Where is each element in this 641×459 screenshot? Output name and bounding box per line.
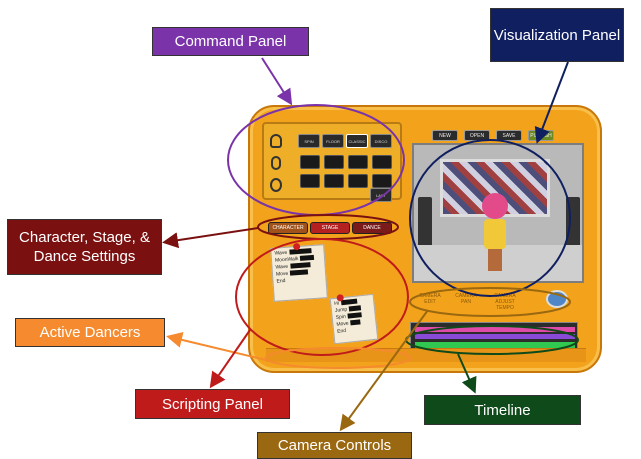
scripting-highlight bbox=[235, 238, 409, 356]
highlight-overlay bbox=[162, 57, 579, 432]
command-panel-highlight bbox=[227, 104, 405, 216]
camera-highlight bbox=[409, 287, 571, 317]
arrow-character bbox=[162, 227, 259, 249]
arrow-command bbox=[261, 57, 293, 106]
arrow-camera bbox=[339, 309, 429, 432]
arrow-active bbox=[166, 332, 267, 361]
arrow-timeline bbox=[457, 353, 477, 394]
arrow-scripting bbox=[209, 329, 251, 389]
visualization-highlight bbox=[409, 139, 571, 297]
timeline-highlight bbox=[405, 325, 579, 355]
arrow-visualization bbox=[534, 61, 569, 144]
settings-highlight bbox=[257, 214, 399, 240]
